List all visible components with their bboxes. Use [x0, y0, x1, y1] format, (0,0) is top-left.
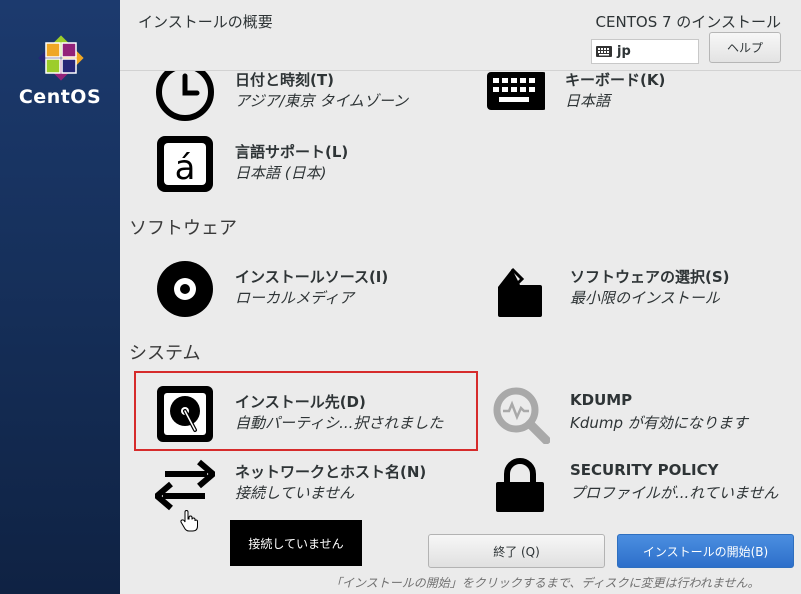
spoke-security-policy[interactable]: SECURITY POLICY プロファイルが...れていません — [490, 454, 778, 514]
spoke-keyboard-title: キーボード(K) — [565, 71, 666, 89]
main-area: インストールの概要 CENTOS 7 のインストール jp ヘルプ 日付と時刻(… — [120, 0, 801, 594]
spoke-install-source[interactable]: インストールソース(I) ローカルメディア — [155, 259, 435, 319]
keyboard-layout-label: jp — [617, 44, 631, 59]
spoke-kdump[interactable]: KDUMP Kdump が有効になります — [490, 384, 770, 444]
spoke-network[interactable]: ネットワークとホスト名(N) 接続していません — [155, 454, 435, 514]
hand-cursor-icon — [180, 510, 198, 532]
network-arrows-icon — [155, 459, 215, 511]
section-software: ソフトウェア — [129, 218, 237, 239]
spoke-install-source-title: インストールソース(I) — [235, 268, 389, 286]
help-button[interactable]: ヘルプ — [709, 32, 781, 63]
spoke-language[interactable]: á 言語サポート(L) 日本語 (日本) — [155, 134, 435, 194]
keyboard-layout-indicator[interactable]: jp — [591, 39, 699, 64]
section-system: システム — [129, 343, 201, 364]
spoke-kdump-status: Kdump が有効になります — [570, 414, 748, 432]
network-tooltip: 接続していません — [230, 520, 362, 566]
clock-icon — [156, 70, 214, 121]
spoke-language-title: 言語サポート(L) — [235, 143, 349, 161]
disc-icon — [157, 261, 213, 317]
brand-name: CentOS — [18, 86, 102, 108]
keyboard-icon — [487, 72, 545, 110]
product-title: CENTOS 7 のインストール — [595, 13, 781, 31]
spoke-keyboard-status: 日本語 — [565, 92, 611, 110]
spoke-software-selection[interactable]: ソフトウェアの選択(S) 最小限のインストール — [490, 259, 770, 319]
lock-icon — [496, 458, 544, 512]
spoke-software-selection-status: 最小限のインストール — [570, 289, 720, 307]
language-icon: á — [157, 136, 213, 192]
spoke-network-status: 接続していません — [235, 484, 355, 502]
magnifier-icon — [493, 387, 550, 444]
begin-installation-button[interactable]: インストールの開始(B) — [617, 534, 794, 568]
svg-text:á: á — [175, 148, 196, 188]
spoke-language-status: 日本語 (日本) — [235, 164, 327, 182]
hub-scroll-area[interactable]: 日付と時刻(T) アジア/東京 タイムゾーン キーボード(K) 日本語 á 言語… — [120, 70, 801, 525]
spoke-kdump-title: KDUMP — [570, 391, 633, 409]
centos-logo-icon — [38, 35, 84, 81]
spoke-security-policy-status: プロファイルが...れていません — [570, 484, 779, 502]
spoke-software-selection-title: ソフトウェアの選択(S) — [570, 268, 730, 286]
package-icon — [498, 267, 542, 317]
keyboard-icon — [596, 46, 612, 57]
quit-button[interactable]: 終了 (Q) — [428, 534, 605, 568]
spoke-keyboard[interactable]: キーボード(K) 日本語 — [485, 70, 765, 122]
spoke-datetime-title: 日付と時刻(T) — [235, 71, 334, 89]
page-title: インストールの概要 — [138, 13, 273, 31]
highlight-box — [134, 371, 478, 451]
spoke-datetime[interactable]: 日付と時刻(T) アジア/東京 タイムゾーン — [155, 70, 435, 122]
spoke-security-policy-title: SECURITY POLICY — [570, 461, 719, 479]
scroll-top-divider — [120, 70, 801, 71]
spoke-install-source-status: ローカルメディア — [235, 289, 354, 307]
spoke-network-title: ネットワークとホスト名(N) — [235, 463, 427, 481]
sidebar: CentOS — [0, 0, 120, 594]
footer-note: 「インストールの開始」をクリックするまで、ディスクに変更は行われません。 — [330, 576, 760, 590]
spoke-datetime-status: アジア/東京 タイムゾーン — [235, 92, 409, 110]
